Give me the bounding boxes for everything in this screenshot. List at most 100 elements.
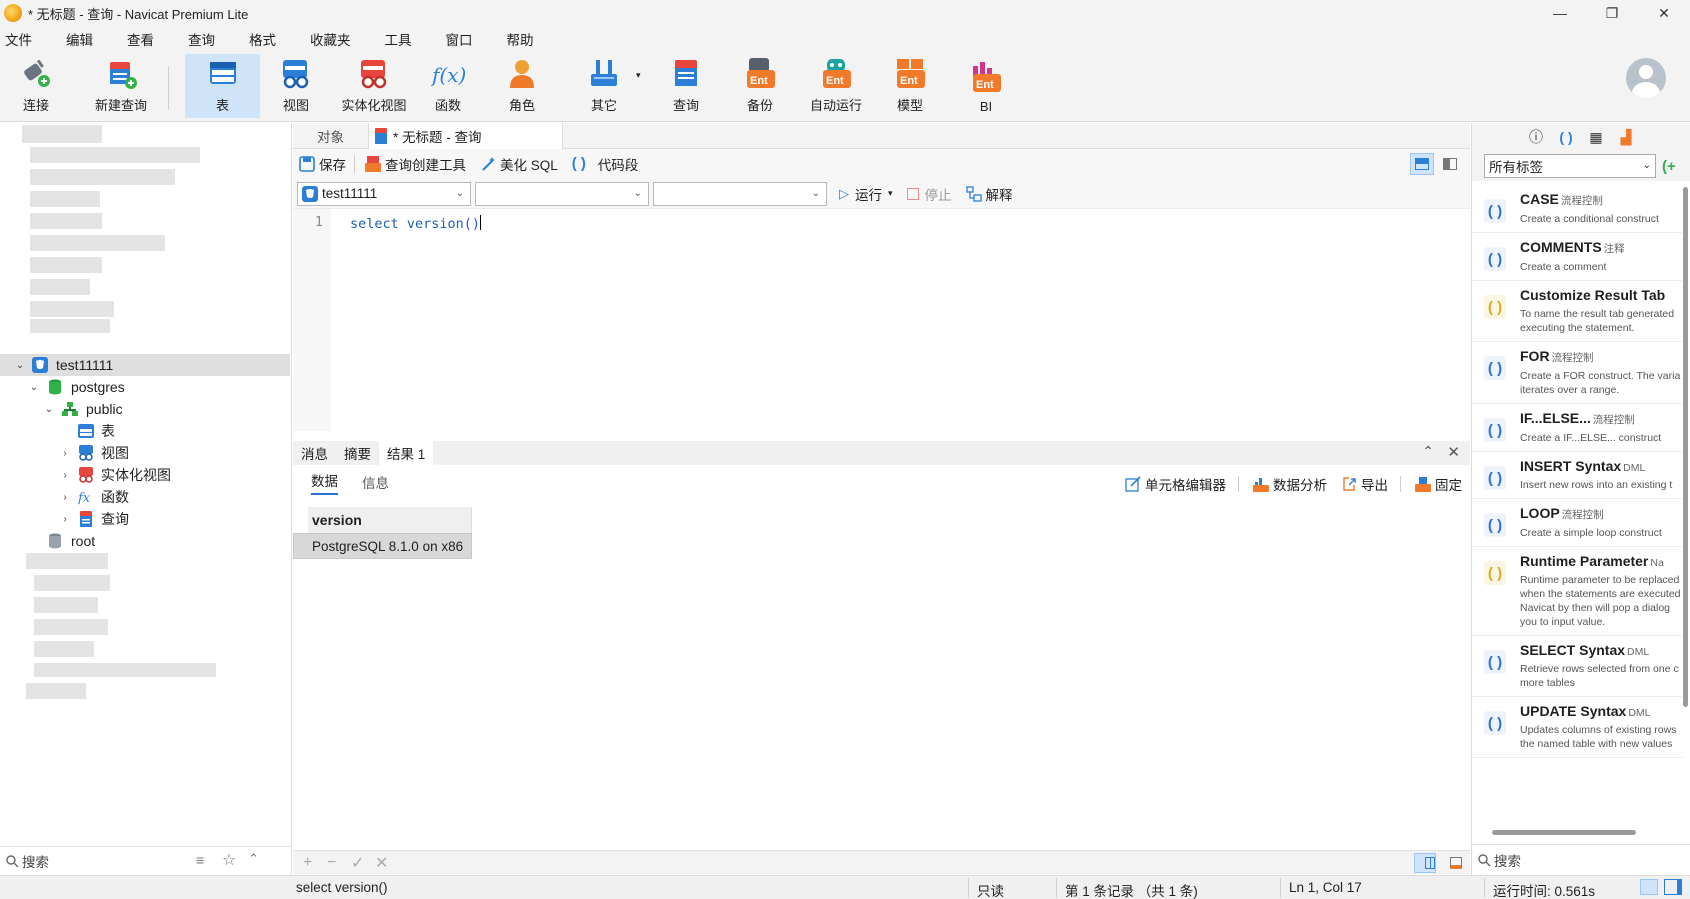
grid-cell[interactable]: PostgreSQL 8.1.0 on x86 xyxy=(293,533,472,559)
subtab-data[interactable]: 数据 xyxy=(311,470,338,495)
other-dropdown-arrow-icon[interactable]: ▾ xyxy=(636,70,641,81)
toggle-right-pane-icon[interactable] xyxy=(1664,879,1682,895)
restore-button[interactable]: ❐ xyxy=(1586,0,1638,26)
sidebar-search[interactable]: 搜索 ≡ ☆ ⌃ xyxy=(0,846,292,874)
bi-button[interactable]: Ent BI xyxy=(960,54,1012,118)
sql-editor[interactable]: 1 select version() xyxy=(293,209,1470,431)
pin-button[interactable]: 固定 xyxy=(1415,474,1462,494)
snippet-item[interactable]: ( ) Customize Result Tab To name the resul… xyxy=(1472,281,1682,342)
snippet-search-placeholder: 搜索 xyxy=(1494,853,1521,869)
menu-tools[interactable]: 工具 xyxy=(380,29,428,49)
menu-favorites[interactable]: 收藏夹 xyxy=(305,29,367,49)
info-icon[interactable]: ⓘ xyxy=(1527,128,1545,146)
menu-help[interactable]: 帮助 xyxy=(502,29,550,49)
menu-query[interactable]: 查询 xyxy=(183,29,231,49)
toggle-left-pane-icon[interactable] xyxy=(1640,879,1658,895)
tab-query[interactable]: * 无标题 - 查询 xyxy=(368,123,563,149)
snippet-icon[interactable]: ( ) xyxy=(1557,128,1575,146)
beautify-sql-button[interactable]: 美化 SQL xyxy=(480,154,558,174)
tab-objects[interactable]: 对象 xyxy=(293,123,368,149)
collapse-icon[interactable]: ⌃ xyxy=(248,851,259,867)
tree-connection-test11111[interactable]: ⌄ test11111 xyxy=(0,354,290,376)
query-button[interactable]: 查询 xyxy=(660,54,712,118)
snippet-item[interactable]: ( ) SELECT Syntax DML Retrieve rows selecte… xyxy=(1472,636,1682,697)
grid-icon[interactable]: ▦ xyxy=(1587,128,1605,146)
export-button[interactable]: 导出 xyxy=(1341,474,1388,494)
cell-editor-button[interactable]: 单元格编辑器 xyxy=(1125,474,1226,494)
role-button[interactable]: 角色 xyxy=(496,54,548,118)
snippet-item[interactable]: ( ) FOR 流程控制 Create a FOR construct. The va… xyxy=(1472,342,1682,404)
layout-split-icon[interactable] xyxy=(1438,153,1462,175)
save-button[interactable]: 保存 xyxy=(299,154,346,174)
materialized-view-button[interactable]: 实体化视图 xyxy=(338,54,410,118)
snippet-item[interactable]: ( ) Runtime Parameter Na Runtime parameter … xyxy=(1472,547,1682,636)
tree-item-materialized-views[interactable]: › 实体化视图 xyxy=(0,464,290,486)
database-select[interactable]: ⌄ xyxy=(475,181,649,206)
run-button[interactable]: ▷ 运行 ▾ xyxy=(839,184,893,204)
delete-row-icon[interactable]: − xyxy=(327,854,341,872)
view-button[interactable]: 视图 xyxy=(270,54,322,118)
close-icon[interactable]: ✕ xyxy=(1447,443,1460,461)
subtab-info[interactable]: 信息 xyxy=(362,472,389,492)
tab-messages[interactable]: 消息 xyxy=(293,441,336,465)
tree-database-postgres[interactable]: ⌄ postgres xyxy=(0,376,290,398)
other-button[interactable]: 其它 xyxy=(578,54,630,118)
new-query-button[interactable]: 新建查询 xyxy=(80,54,162,118)
star-icon[interactable]: ☆ xyxy=(222,850,236,870)
form-view-icon[interactable] xyxy=(1440,853,1462,873)
grid-column-header[interactable]: version xyxy=(308,507,472,533)
grid-view-icon[interactable] xyxy=(1414,853,1436,873)
tab-result-1[interactable]: 结果 1 xyxy=(379,441,434,465)
ent-icon[interactable]: ▟ xyxy=(1617,128,1635,146)
tree-item-queries[interactable]: › 查询 xyxy=(0,508,290,530)
add-row-icon[interactable]: + xyxy=(303,854,317,872)
snippet-search[interactable]: 搜索 xyxy=(1472,844,1690,874)
table-button[interactable]: 表 xyxy=(185,54,260,118)
menu-format[interactable]: 格式 xyxy=(244,29,292,49)
automation-button[interactable]: Ent 自动运行 xyxy=(806,54,866,118)
model-button[interactable]: Ent 模型 xyxy=(884,54,936,118)
chevron-up-icon[interactable]: ⌃ xyxy=(1422,443,1434,460)
vertical-scrollbar[interactable] xyxy=(1683,187,1688,707)
snippet-item[interactable]: ( ) IF...ELSE... 流程控制 Create a IF...ELSE...… xyxy=(1472,404,1682,452)
data-analysis-button[interactable]: 数据分析 xyxy=(1253,474,1327,494)
tag-filter-select[interactable]: 所有标签 ⌄ xyxy=(1484,154,1656,178)
apply-icon[interactable]: ✓ xyxy=(351,853,365,873)
horizontal-scrollbar[interactable] xyxy=(1492,830,1636,835)
snippet-tag: 流程控制 xyxy=(1561,509,1604,521)
tab-summary[interactable]: 摘要 xyxy=(336,441,379,465)
function-button[interactable]: f(x) 函数 xyxy=(422,54,474,118)
tree-item-tables[interactable]: 表 xyxy=(0,420,290,442)
menu-window[interactable]: 窗口 xyxy=(441,29,489,49)
discard-icon[interactable]: ✕ xyxy=(375,853,389,873)
menu-edit[interactable]: 编辑 xyxy=(61,29,109,49)
redacted-block xyxy=(34,575,110,591)
minimize-button[interactable]: — xyxy=(1534,0,1586,26)
snippet-item[interactable]: ( ) COMMENTS 注释 Create a comment xyxy=(1472,233,1682,281)
query-builder-button[interactable]: 查询创建工具 xyxy=(365,154,466,174)
stop-button[interactable]: 停止 xyxy=(906,184,952,204)
sql-code-line[interactable]: select version() xyxy=(350,215,482,232)
connect-button[interactable]: 连接 xyxy=(6,54,66,118)
tree-schema-public[interactable]: ⌄ public xyxy=(0,398,290,420)
menu-view[interactable]: 查看 xyxy=(122,29,170,49)
explain-button[interactable]: 解释 xyxy=(965,184,1013,204)
close-button[interactable]: ✕ xyxy=(1638,0,1690,26)
tree-item-functions[interactable]: › fx 函数 xyxy=(0,486,290,508)
schema-select[interactable]: ⌄ xyxy=(653,181,827,206)
filter-icon[interactable]: ≡ xyxy=(196,852,204,868)
backup-button[interactable]: Ent 备份 xyxy=(734,54,786,118)
snippet-item[interactable]: ( ) UPDATE Syntax DML Updates columns of ex… xyxy=(1472,697,1682,758)
user-avatar[interactable] xyxy=(1626,58,1666,98)
run-dropdown-icon[interactable]: ▾ xyxy=(888,188,893,199)
snippet-button[interactable]: ( ) 代码段 xyxy=(572,154,639,174)
menu-file[interactable]: 文件 xyxy=(0,29,48,49)
snippet-item[interactable]: ( ) LOOP 流程控制 Create a simple loop construc… xyxy=(1472,499,1682,547)
snippet-item[interactable]: ( ) CASE 流程控制 Create a conditional construc… xyxy=(1472,185,1682,233)
add-snippet-icon[interactable]: (+ xyxy=(1662,158,1676,175)
layout-stacked-icon[interactable] xyxy=(1410,153,1434,175)
snippet-item[interactable]: ( ) INSERT Syntax DML Insert new rows into … xyxy=(1472,452,1682,499)
connection-select[interactable]: test11111 ⌄ xyxy=(297,181,471,206)
tree-item-views[interactable]: › 视图 xyxy=(0,442,290,464)
tree-connection-root[interactable]: root xyxy=(0,530,290,552)
